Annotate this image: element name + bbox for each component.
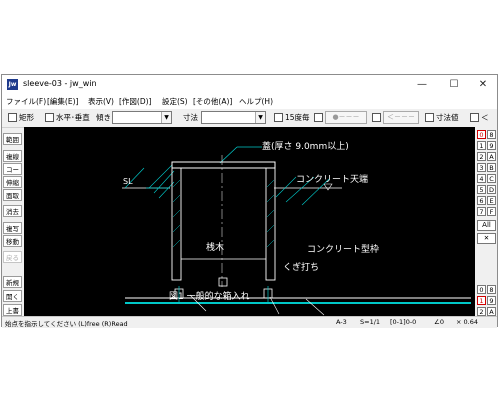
tool-save-button[interactable]: 上書 [3, 304, 22, 316]
tool-move-button[interactable]: 移動 [3, 235, 22, 247]
group-8-button[interactable]: 8 [487, 285, 496, 294]
menu-edit[interactable]: [編集(E)] [47, 96, 78, 107]
chevron-down-icon[interactable]: ▼ [161, 112, 171, 123]
layer-1-button[interactable]: 1 [477, 141, 486, 150]
dim-label: 寸法 [183, 113, 198, 122]
dimval-checkbox[interactable] [425, 113, 434, 122]
layer-d-button[interactable]: D [487, 185, 496, 194]
cleat-label-lower: 桟木 [206, 241, 224, 253]
left-tool-column: 範囲 複線 コーナー 伸縮 面取 消去 複写 移動 戻る 新規 開く 上書 [2, 128, 24, 316]
close-button[interactable]: ✕ [468, 75, 498, 95]
layer-e-button[interactable]: E [487, 196, 496, 205]
layer-6-button[interactable]: 6 [477, 196, 486, 205]
status-angle[interactable]: ∠0 [434, 318, 444, 326]
lt-label: ＜ [481, 113, 489, 122]
layer-x-button[interactable]: ✕ [477, 233, 496, 244]
nail-label: くぎ打ち [283, 261, 319, 273]
tool-chamfer-button[interactable]: 面取 [3, 189, 22, 201]
layer-b-button[interactable]: B [487, 163, 496, 172]
menu-view[interactable]: 表示(V) [88, 96, 114, 107]
dash-checkbox[interactable] [314, 113, 323, 122]
layer-panel: 0 1 2 3 4 5 6 7 8 9 A B C D E F All ✕ 0 … [475, 127, 497, 316]
hv-checkbox[interactable] [45, 113, 54, 122]
tool-corner-button[interactable]: コーナー [3, 163, 22, 186]
layer-8-button[interactable]: 8 [487, 130, 496, 139]
tool-range-button[interactable]: 範囲 [3, 133, 22, 145]
group-2-button[interactable]: 2 [477, 307, 486, 316]
menu-file[interactable]: ファイル(F) [6, 96, 46, 107]
figure-caption: 図1 一般的な箱入れ [169, 290, 250, 302]
group-1-button[interactable]: 1 [477, 296, 486, 305]
status-scale[interactable]: S=1/1 [360, 318, 380, 326]
menu-settings[interactable]: 設定(S) [162, 96, 188, 107]
arrow-checkbox[interactable] [372, 113, 381, 122]
formwork-label: コンクリート型枠 [307, 243, 379, 255]
dash-button[interactable]: ●－－－ [325, 111, 367, 124]
rect-label: 矩形 [19, 113, 34, 122]
deg15-label: 15度毎 [285, 113, 310, 122]
deg15-checkbox[interactable] [274, 113, 283, 122]
status-zoom[interactable]: × 0.64 [456, 318, 478, 326]
layer-all-button[interactable]: All [477, 220, 496, 231]
status-message: 始点を指示してください (L)free (R)Read [5, 320, 128, 328]
status-layer[interactable]: [0-1]0-0 [390, 318, 416, 326]
rect-checkbox[interactable] [8, 113, 17, 122]
layer-3-button[interactable]: 3 [477, 163, 486, 172]
tool-options-bar: 矩形 水平･垂直 傾き ▼ 寸法 ▼ 15度毎 ●－－－ ＜－－－ 寸法値 ＜ [2, 109, 497, 128]
layer-0-button[interactable]: 0 [477, 130, 486, 139]
chevron-down-icon[interactable]: ▼ [255, 112, 265, 123]
layer-9-button[interactable]: 9 [487, 141, 496, 150]
app-icon: Jw [7, 79, 18, 90]
title-bar[interactable]: Jw sleeve-03 - jw_win — ☐ ✕ [2, 75, 497, 95]
arrow-button[interactable]: ＜－－－ [383, 111, 419, 124]
hv-label: 水平･垂直 [56, 113, 90, 122]
layer-a-button[interactable]: A [487, 152, 496, 161]
menu-other[interactable]: [その他(A)] [193, 96, 232, 107]
minimize-button[interactable]: — [407, 75, 437, 95]
layer-5-button[interactable]: 5 [477, 185, 486, 194]
group-a-button[interactable]: A [487, 307, 496, 316]
group-9-button[interactable]: 9 [487, 296, 496, 305]
window-title: sleeve-03 - jw_win [23, 79, 97, 88]
menu-help[interactable]: ヘルプ(H) [239, 96, 273, 107]
tool-open-button[interactable]: 開く [3, 290, 22, 302]
layer-4-button[interactable]: 4 [477, 174, 486, 183]
layer-7-button[interactable]: 7 [477, 207, 486, 216]
dimval-label: 寸法値 [436, 113, 459, 122]
tool-offset-button[interactable]: 複線 [3, 150, 22, 162]
menu-draw[interactable]: [作図(D)] [119, 96, 151, 107]
group-0-button[interactable]: 0 [477, 285, 486, 294]
tool-erase-button[interactable]: 消去 [3, 205, 22, 217]
cad-lower-labels: 桟木 コンクリート型枠 くぎ打ち 図1 一般的な箱入れ [169, 241, 379, 302]
status-paper[interactable]: A-3 [336, 318, 347, 326]
tool-new-button[interactable]: 新規 [3, 276, 22, 288]
maximize-button[interactable]: ☐ [439, 75, 469, 95]
tilt-combo[interactable]: ▼ [112, 111, 172, 124]
lt-checkbox[interactable] [470, 113, 479, 122]
layer-c-button[interactable]: C [487, 174, 496, 183]
status-bar: 始点を指示してください (L)free (R)Read A-3 S=1/1 [0… [2, 316, 497, 328]
tool-undo-button[interactable]: 戻る [3, 251, 22, 263]
tool-stretch-button[interactable]: 伸縮 [3, 176, 22, 188]
layer-2-button[interactable]: 2 [477, 152, 486, 161]
tool-copy-button[interactable]: 複写 [3, 222, 22, 234]
tilt-label: 傾き [96, 113, 111, 122]
dim-combo[interactable]: ▼ [201, 111, 266, 124]
layer-f-button[interactable]: F [487, 207, 496, 216]
menu-bar: ファイル(F) [編集(E)] 表示(V) [作図(D)] 設定(S) [その他… [2, 95, 497, 109]
